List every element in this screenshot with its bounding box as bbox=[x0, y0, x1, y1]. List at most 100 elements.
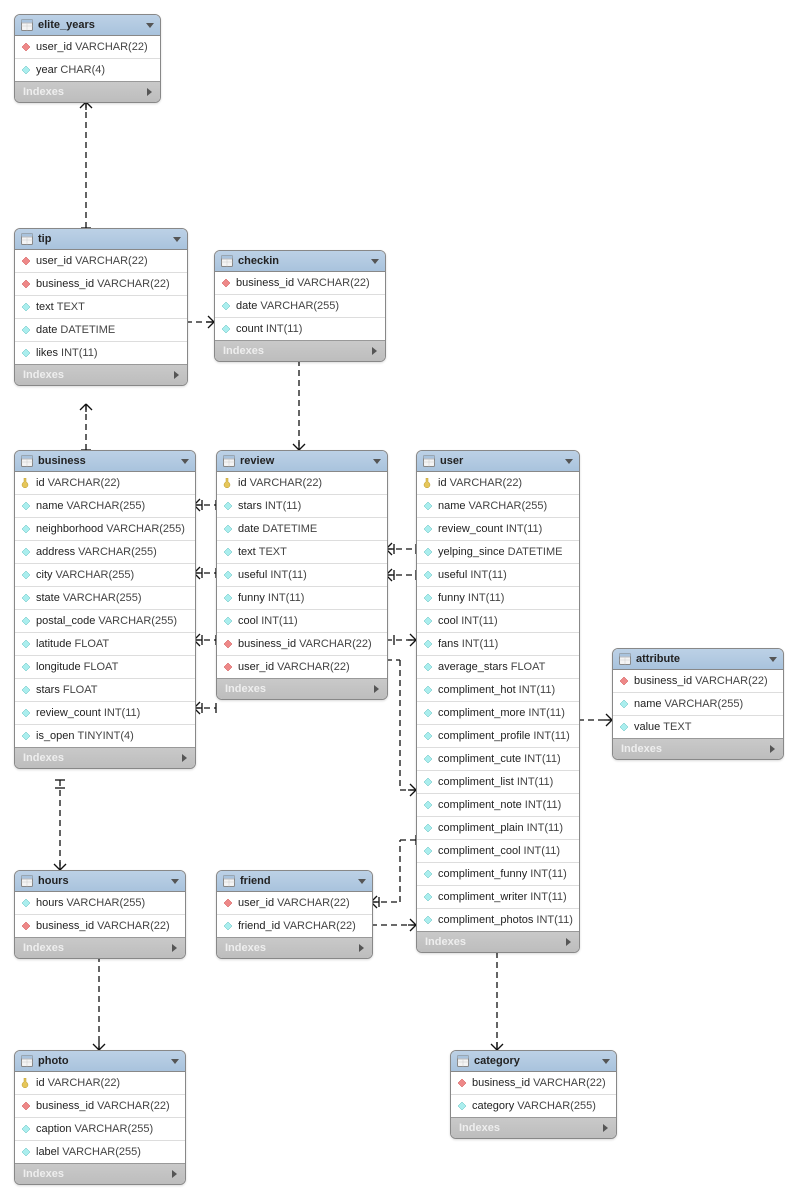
table-header[interactable]: photo bbox=[15, 1051, 185, 1072]
entity-table-checkin[interactable]: checkinbusiness_idVARCHAR(22)dateVARCHAR… bbox=[214, 250, 386, 362]
chevron-right-icon[interactable] bbox=[147, 88, 152, 96]
column-row[interactable]: user_idVARCHAR(22) bbox=[217, 892, 372, 915]
column-row[interactable]: idVARCHAR(22) bbox=[15, 472, 195, 495]
column-row[interactable]: likesINT(11) bbox=[15, 342, 187, 364]
chevron-right-icon[interactable] bbox=[174, 371, 179, 379]
indexes-section[interactable]: Indexes bbox=[15, 364, 187, 385]
column-row[interactable]: postal_codeVARCHAR(255) bbox=[15, 610, 195, 633]
indexes-section[interactable]: Indexes bbox=[15, 1163, 185, 1184]
indexes-section[interactable]: Indexes bbox=[613, 738, 783, 759]
chevron-down-icon[interactable] bbox=[181, 459, 189, 464]
column-row[interactable]: coolINT(11) bbox=[217, 610, 387, 633]
column-row[interactable]: review_countINT(11) bbox=[417, 518, 579, 541]
column-row[interactable]: usefulINT(11) bbox=[217, 564, 387, 587]
chevron-right-icon[interactable] bbox=[603, 1124, 608, 1132]
column-row[interactable]: funnyINT(11) bbox=[417, 587, 579, 610]
entity-table-hours[interactable]: hourshoursVARCHAR(255)business_idVARCHAR… bbox=[14, 870, 186, 959]
column-row[interactable]: fansINT(11) bbox=[417, 633, 579, 656]
entity-table-tip[interactable]: tipuser_idVARCHAR(22)business_idVARCHAR(… bbox=[14, 228, 188, 386]
column-row[interactable]: idVARCHAR(22) bbox=[417, 472, 579, 495]
column-row[interactable]: user_idVARCHAR(22) bbox=[15, 36, 160, 59]
indexes-section[interactable]: Indexes bbox=[217, 678, 387, 699]
chevron-right-icon[interactable] bbox=[372, 347, 377, 355]
column-row[interactable]: friend_idVARCHAR(22) bbox=[217, 915, 372, 937]
entity-table-user[interactable]: useridVARCHAR(22)nameVARCHAR(255)review_… bbox=[416, 450, 580, 953]
column-row[interactable]: stateVARCHAR(255) bbox=[15, 587, 195, 610]
column-row[interactable]: business_idVARCHAR(22) bbox=[217, 633, 387, 656]
chevron-down-icon[interactable] bbox=[371, 259, 379, 264]
column-row[interactable]: compliment_noteINT(11) bbox=[417, 794, 579, 817]
table-header[interactable]: elite_years bbox=[15, 15, 160, 36]
column-row[interactable]: compliment_moreINT(11) bbox=[417, 702, 579, 725]
table-header[interactable]: tip bbox=[15, 229, 187, 250]
entity-table-elite_years[interactable]: elite_yearsuser_idVARCHAR(22)yearCHAR(4)… bbox=[14, 14, 161, 103]
column-row[interactable]: nameVARCHAR(255) bbox=[613, 693, 783, 716]
entity-table-attribute[interactable]: attributebusiness_idVARCHAR(22)nameVARCH… bbox=[612, 648, 784, 760]
column-row[interactable]: addressVARCHAR(255) bbox=[15, 541, 195, 564]
indexes-section[interactable]: Indexes bbox=[15, 937, 185, 958]
column-row[interactable]: yearCHAR(4) bbox=[15, 59, 160, 81]
table-header[interactable]: review bbox=[217, 451, 387, 472]
column-row[interactable]: nameVARCHAR(255) bbox=[417, 495, 579, 518]
column-row[interactable]: review_countINT(11) bbox=[15, 702, 195, 725]
column-row[interactable]: business_idVARCHAR(22) bbox=[15, 915, 185, 937]
column-row[interactable]: business_idVARCHAR(22) bbox=[215, 272, 385, 295]
column-row[interactable]: business_idVARCHAR(22) bbox=[451, 1072, 616, 1095]
chevron-down-icon[interactable] bbox=[769, 657, 777, 662]
chevron-right-icon[interactable] bbox=[770, 745, 775, 753]
column-row[interactable]: valueTEXT bbox=[613, 716, 783, 738]
table-header[interactable]: business bbox=[15, 451, 195, 472]
entity-table-category[interactable]: categorybusiness_idVARCHAR(22)categoryVA… bbox=[450, 1050, 617, 1139]
column-row[interactable]: compliment_plainINT(11) bbox=[417, 817, 579, 840]
column-row[interactable]: dateDATETIME bbox=[217, 518, 387, 541]
entity-table-business[interactable]: businessidVARCHAR(22)nameVARCHAR(255)nei… bbox=[14, 450, 196, 769]
column-row[interactable]: textTEXT bbox=[217, 541, 387, 564]
table-header[interactable]: attribute bbox=[613, 649, 783, 670]
indexes-section[interactable]: Indexes bbox=[451, 1117, 616, 1138]
chevron-down-icon[interactable] bbox=[373, 459, 381, 464]
chevron-down-icon[interactable] bbox=[171, 1059, 179, 1064]
column-row[interactable]: compliment_hotINT(11) bbox=[417, 679, 579, 702]
column-row[interactable]: funnyINT(11) bbox=[217, 587, 387, 610]
chevron-down-icon[interactable] bbox=[358, 879, 366, 884]
column-row[interactable]: latitudeFLOAT bbox=[15, 633, 195, 656]
chevron-down-icon[interactable] bbox=[146, 23, 154, 28]
column-row[interactable]: compliment_listINT(11) bbox=[417, 771, 579, 794]
column-row[interactable]: categoryVARCHAR(255) bbox=[451, 1095, 616, 1117]
indexes-section[interactable]: Indexes bbox=[417, 931, 579, 952]
chevron-right-icon[interactable] bbox=[172, 944, 177, 952]
column-row[interactable]: idVARCHAR(22) bbox=[217, 472, 387, 495]
column-row[interactable]: cityVARCHAR(255) bbox=[15, 564, 195, 587]
column-row[interactable]: idVARCHAR(22) bbox=[15, 1072, 185, 1095]
indexes-section[interactable]: Indexes bbox=[215, 340, 385, 361]
chevron-right-icon[interactable] bbox=[182, 754, 187, 762]
column-row[interactable]: coolINT(11) bbox=[417, 610, 579, 633]
column-row[interactable]: neighborhoodVARCHAR(255) bbox=[15, 518, 195, 541]
column-row[interactable]: business_idVARCHAR(22) bbox=[15, 273, 187, 296]
column-row[interactable]: hoursVARCHAR(255) bbox=[15, 892, 185, 915]
table-header[interactable]: user bbox=[417, 451, 579, 472]
column-row[interactable]: dateDATETIME bbox=[15, 319, 187, 342]
column-row[interactable]: compliment_profileINT(11) bbox=[417, 725, 579, 748]
chevron-down-icon[interactable] bbox=[173, 237, 181, 242]
entity-table-review[interactable]: reviewidVARCHAR(22)starsINT(11)dateDATET… bbox=[216, 450, 388, 700]
column-row[interactable]: dateVARCHAR(255) bbox=[215, 295, 385, 318]
column-row[interactable]: longitudeFLOAT bbox=[15, 656, 195, 679]
column-row[interactable]: compliment_funnyINT(11) bbox=[417, 863, 579, 886]
table-header[interactable]: checkin bbox=[215, 251, 385, 272]
entity-table-friend[interactable]: frienduser_idVARCHAR(22)friend_idVARCHAR… bbox=[216, 870, 373, 959]
column-row[interactable]: business_idVARCHAR(22) bbox=[15, 1095, 185, 1118]
column-row[interactable]: textTEXT bbox=[15, 296, 187, 319]
column-row[interactable]: usefulINT(11) bbox=[417, 564, 579, 587]
table-header[interactable]: category bbox=[451, 1051, 616, 1072]
column-row[interactable]: compliment_cuteINT(11) bbox=[417, 748, 579, 771]
entity-table-photo[interactable]: photoidVARCHAR(22)business_idVARCHAR(22)… bbox=[14, 1050, 186, 1185]
column-row[interactable]: compliment_photosINT(11) bbox=[417, 909, 579, 931]
chevron-right-icon[interactable] bbox=[566, 938, 571, 946]
column-row[interactable]: starsINT(11) bbox=[217, 495, 387, 518]
column-row[interactable]: countINT(11) bbox=[215, 318, 385, 340]
chevron-right-icon[interactable] bbox=[172, 1170, 177, 1178]
chevron-down-icon[interactable] bbox=[602, 1059, 610, 1064]
column-row[interactable]: yelping_sinceDATETIME bbox=[417, 541, 579, 564]
column-row[interactable]: is_openTINYINT(4) bbox=[15, 725, 195, 747]
